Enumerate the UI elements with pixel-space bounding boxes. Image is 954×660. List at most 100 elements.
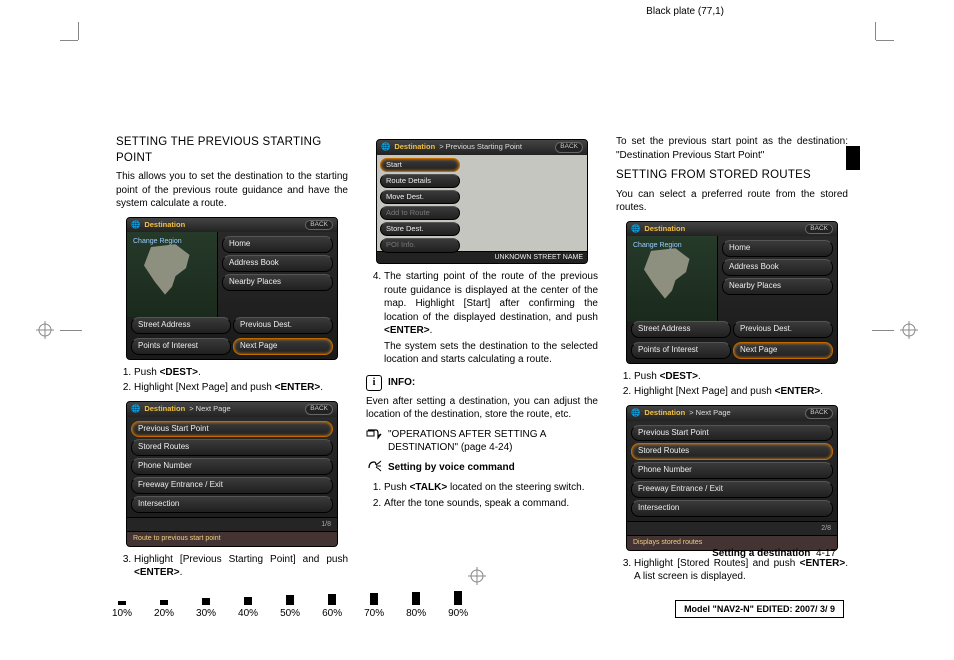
item-poi-info: POI Info. <box>380 238 460 252</box>
registration-mark-left <box>36 321 82 339</box>
item-freeway: Freeway Entrance / Exit <box>631 481 833 498</box>
density-80: 80% <box>406 592 426 621</box>
registration-mark-right <box>872 321 918 339</box>
menu-address-book: Address Book <box>222 255 333 272</box>
item-prev-start: Previous Start Point <box>131 421 333 438</box>
item-add-route: Add to Route <box>380 206 460 220</box>
crop-mark <box>60 40 78 41</box>
density-20: 20% <box>154 600 174 621</box>
steps-list-2: The starting point of the route of the p… <box>366 270 598 367</box>
menu-home: Home <box>722 240 833 257</box>
screen-title: Destination <box>644 408 685 418</box>
step-4-continuation: The system sets the destination to the s… <box>384 340 598 367</box>
street-name-caption: UNKNOWN STREET NAME <box>377 251 587 263</box>
info-label: INFO: <box>388 376 415 390</box>
menu-previous-dest: Previous Dest. <box>233 317 333 334</box>
steps-list-1: Push <DEST>. Highlight [Next Page] and p… <box>116 366 348 395</box>
menu-street-address: Street Address <box>131 317 231 334</box>
back-button: BACK <box>305 220 333 231</box>
item-start: Start <box>380 158 460 172</box>
density-30: 30% <box>196 598 216 621</box>
screen-footer: Route to previous start point <box>127 531 337 545</box>
screenshot-next-page-2: 🌐Destination > Next Page BACK Previous S… <box>626 405 838 551</box>
stored-routes-intro: You can select a preferred route from th… <box>616 188 848 215</box>
black-plate-label: Black plate (77,1) <box>646 5 724 19</box>
info-text: Even after setting a destination, you ca… <box>366 395 598 422</box>
reference-icon <box>366 428 382 445</box>
menu-poi: Points of Interest <box>631 342 731 359</box>
column-2: 🌐Destination > Previous Starting Point B… <box>366 135 598 590</box>
menu-home: Home <box>222 236 333 253</box>
back-button: BACK <box>805 408 833 419</box>
step-4: The starting point of the route of the p… <box>384 270 598 367</box>
menu-next-page: Next Page <box>233 338 333 355</box>
voice-step-1: Push <TALK> located on the steering swit… <box>384 481 598 495</box>
item-phone: Phone Number <box>131 458 333 475</box>
crop-mark <box>78 22 79 40</box>
voice-step-2: After the tone sounds, speak a command. <box>384 497 598 511</box>
item-store-dest: Store Dest. <box>380 222 460 236</box>
menu-nearby: Nearby Places <box>222 274 333 291</box>
intro-paragraph: This allows you to set the destination t… <box>116 170 348 211</box>
menu-street-address: Street Address <box>631 321 731 338</box>
steps-list-1b: Highlight [Previous Starting Point] and … <box>116 553 348 580</box>
back-button: BACK <box>305 404 333 415</box>
density-10: 10% <box>112 601 132 621</box>
menu-previous-dest: Previous Dest. <box>733 321 833 338</box>
back-button: BACK <box>805 224 833 235</box>
column-3: To set the previous start point as the d… <box>616 135 848 590</box>
steps-list-3b: Highlight [Stored Routes] and push <ENTE… <box>616 557 848 584</box>
crop-mark <box>876 40 894 41</box>
voice-command-text: To set the previous start point as the d… <box>616 135 848 162</box>
screenshot-destination-main-1: 🌐Destination BACK Change Region Home Add… <box>126 217 338 360</box>
density-70: 70% <box>364 593 384 621</box>
density-90: 90% <box>448 591 468 621</box>
item-phone: Phone Number <box>631 462 833 479</box>
screen-title: Destination <box>144 404 185 414</box>
menu-nearby: Nearby Places <box>722 278 833 295</box>
voice-steps: Push <TALK> located on the steering swit… <box>366 481 598 510</box>
density-50: 50% <box>280 595 300 621</box>
item-intersection: Intersection <box>131 496 333 513</box>
breadcrumb: > Previous Starting Point <box>439 142 522 152</box>
menu-next-page: Next Page <box>733 342 833 359</box>
screenshot-destination-main-2: 🌐Destination BACK Change Region Home Add… <box>626 221 838 364</box>
column-1: SETTING THE PREVIOUS STARTING POINT This… <box>116 135 348 590</box>
item-intersection: Intersection <box>631 500 833 517</box>
density-gauge: 10% 20% 30% 40% 50% 60% 70% 80% 90% <box>112 591 468 621</box>
step-2: Highlight [Next Page] and push <ENTER>. <box>634 385 848 399</box>
reference-text: "OPERATIONS AFTER SETTING A DESTINATION"… <box>388 428 598 455</box>
step-3: Highlight [Previous Starting Point] and … <box>134 553 348 580</box>
density-40: 40% <box>238 597 258 621</box>
heading-previous-start: SETTING THE PREVIOUS STARTING POINT <box>116 135 348 166</box>
step-1: Push <DEST>. <box>634 370 848 384</box>
screen-title: Destination <box>394 142 435 152</box>
breadcrumb: > Next Page <box>689 408 730 418</box>
item-stored-routes: Stored Routes <box>631 443 833 460</box>
section-footer: Setting a destination 4-17 <box>712 547 836 561</box>
step-1: Push <DEST>. <box>134 366 348 380</box>
crop-mark <box>875 22 876 40</box>
screen-title: Destination <box>144 220 185 230</box>
item-move-dest: Move Dest. <box>380 190 460 204</box>
step-2: Highlight [Next Page] and push <ENTER>. <box>134 381 348 395</box>
model-edited-box: Model "NAV2-N" EDITED: 2007/ 3/ 9 <box>675 600 844 618</box>
info-icon: i <box>366 375 382 391</box>
item-route-details: Route Details <box>380 174 460 188</box>
screenshot-prev-start-point: 🌐Destination > Previous Starting Point B… <box>376 139 588 264</box>
back-button: BACK <box>555 142 583 153</box>
edge-tab-marker <box>846 146 860 170</box>
voice-icon <box>366 459 382 478</box>
item-stored-routes: Stored Routes <box>131 439 333 456</box>
voice-heading: Setting by voice command <box>388 461 515 475</box>
item-freeway: Freeway Entrance / Exit <box>131 477 333 494</box>
step-3: Highlight [Stored Routes] and push <ENTE… <box>634 557 848 584</box>
screenshot-next-page-1: 🌐Destination > Next Page BACK Previous S… <box>126 401 338 547</box>
item-prev-start: Previous Start Point <box>631 425 833 442</box>
menu-address-book: Address Book <box>722 259 833 276</box>
steps-list-3: Push <DEST>. Highlight [Next Page] and p… <box>616 370 848 399</box>
screen-title: Destination <box>644 224 685 234</box>
heading-stored-routes: SETTING FROM STORED ROUTES <box>616 168 848 184</box>
pager: 1/8 <box>321 520 331 529</box>
breadcrumb: > Next Page <box>189 404 230 414</box>
